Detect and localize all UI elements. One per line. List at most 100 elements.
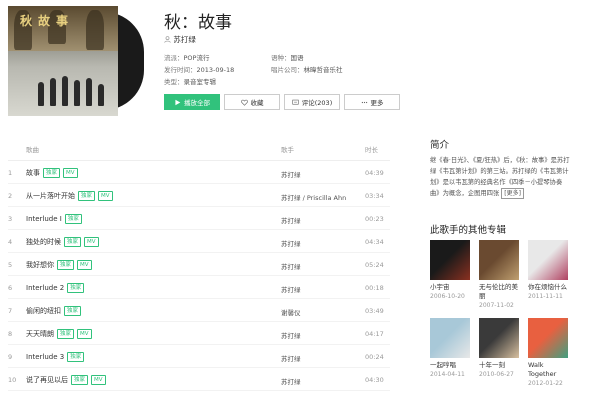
song-singer[interactable]: 苏打绿 — [281, 353, 301, 363]
exclusive-badge: 独家 — [57, 329, 75, 339]
song-number: 8 — [8, 330, 13, 338]
mv-badge[interactable]: MV — [84, 237, 99, 247]
song-duration: 04:34 — [365, 238, 384, 246]
song-singer[interactable]: 苏打绿 — [281, 169, 301, 179]
album-title: 秋：故事 — [164, 13, 232, 33]
song-row[interactable]: 6 Interlude 2 独家 苏打绿 00:18 — [0, 276, 400, 299]
exclusive-badge: 独家 — [71, 375, 89, 385]
intro-title: 简介 — [430, 140, 450, 151]
album-card[interactable]: 小宇宙 2006-10-20 — [430, 240, 470, 301]
album-header: 秋故事 秋：故事 苏打绿 流派：POP流行 语种：国语 发行时间：2013-09… — [0, 0, 600, 120]
song-singer[interactable]: 苏打绿 — [281, 284, 301, 294]
song-row[interactable]: 7 偷闲的纽扣 独家 谢馨仪 03:49 — [0, 299, 400, 322]
artist-name[interactable]: 苏打绿 — [173, 35, 196, 44]
mv-badge[interactable]: MV — [63, 168, 78, 178]
album-cover[interactable]: 秋故事 — [8, 6, 144, 116]
exclusive-badge: 独家 — [78, 191, 96, 201]
song-number: 2 — [8, 192, 13, 200]
mv-badge[interactable]: MV — [91, 375, 106, 385]
favorite-button[interactable]: 收藏 — [224, 94, 280, 110]
song-singer[interactable]: 苏打绿 — [281, 261, 301, 271]
song-singer[interactable]: 苏打绿 — [281, 238, 301, 248]
intro-text: 继《春·日光》、《夏/狂热》后，《秋：故事》是苏打绿《韦瓦第计划》的第三站。苏打… — [430, 157, 570, 199]
album-card[interactable]: Walk Together 2012-01-22 — [528, 318, 568, 388]
song-singer[interactable]: 苏打绿 — [281, 330, 301, 340]
album-thumbnail[interactable] — [479, 318, 519, 358]
album-card[interactable]: 一起哼唱 2014-04-11 — [430, 318, 470, 379]
exclusive-badge: 独家 — [67, 283, 85, 293]
mv-badge[interactable]: MV — [77, 260, 92, 270]
album-date: 2006-10-20 — [430, 293, 465, 300]
heart-icon — [240, 99, 248, 106]
mv-badge[interactable]: MV — [77, 329, 92, 339]
song-number: 1 — [8, 169, 13, 177]
album-card[interactable]: 无与伦比的美丽 2007-11-02 — [479, 240, 519, 310]
song-duration: 04:39 — [365, 169, 384, 177]
album-name[interactable]: 无与伦比的美丽 — [479, 283, 519, 301]
song-row[interactable]: 1 故事 独家 MV 苏打绿 04:39 — [0, 161, 400, 184]
row-divider — [8, 390, 390, 391]
song-title[interactable]: 故事 独家 MV — [26, 168, 78, 178]
song-row[interactable]: 5 我好想你 独家 MV 苏打绿 05:24 — [0, 253, 400, 276]
other-albums-title: 此歌手的其他专辑 — [430, 225, 507, 236]
comment-icon — [292, 99, 299, 105]
album-name[interactable]: 一起哼唱 — [430, 361, 470, 370]
comment-button[interactable]: 评论(203) — [284, 94, 340, 110]
song-singer[interactable]: 苏打绿 — [281, 376, 301, 386]
cover-title: 秋故事 — [20, 14, 75, 28]
song-duration: 00:18 — [365, 284, 384, 292]
song-title[interactable]: 天天晴朗 独家 MV — [26, 329, 92, 339]
column-duration: 时长 — [365, 146, 378, 154]
song-row[interactable]: 9 Interlude 3 独家 苏打绿 00:24 — [0, 345, 400, 368]
album-card[interactable]: 你在烦恼什么 2011-11-11 — [528, 240, 568, 301]
album-card[interactable]: 十年一刻 2010-06-27 — [479, 318, 519, 379]
song-duration: 05:24 — [365, 261, 384, 269]
exclusive-badge: 独家 — [64, 306, 82, 316]
song-duration: 00:24 — [365, 353, 384, 361]
album-name[interactable]: 十年一刻 — [479, 361, 519, 370]
meta-release: 发行时间：2013-09-18 — [164, 66, 235, 74]
song-row[interactable]: 10 说了再见以后 独家 MV 苏打绿 04:30 — [0, 368, 400, 391]
song-number: 10 — [8, 376, 17, 384]
album-thumbnail[interactable] — [528, 318, 568, 358]
song-row[interactable]: 8 天天晴朗 独家 MV 苏打绿 04:17 — [0, 322, 400, 345]
song-duration: 04:17 — [365, 330, 384, 338]
album-name[interactable]: 你在烦恼什么 — [528, 283, 568, 292]
album-name[interactable]: 小宇宙 — [430, 283, 470, 292]
song-title[interactable]: 偷闲的纽扣 独家 — [26, 306, 82, 316]
play-all-button[interactable]: 播放全部 — [164, 94, 220, 110]
song-title[interactable]: 我好想你 独家 MV — [26, 260, 92, 270]
mv-badge[interactable]: MV — [98, 191, 113, 201]
album-name[interactable]: Walk Together — [528, 361, 568, 379]
song-row[interactable]: 2 从一片落叶开始 独家 MV 苏打绿 / Priscilla Ahn 03:34 — [0, 184, 400, 207]
song-title[interactable]: 说了再见以后 独家 MV — [26, 375, 106, 385]
album-artist[interactable]: 苏打绿 — [164, 34, 196, 45]
song-row[interactable]: 3 Interlude I 独家 苏打绿 00:23 — [0, 207, 400, 230]
exclusive-badge: 独家 — [57, 260, 75, 270]
song-duration: 03:34 — [365, 192, 384, 200]
song-number: 3 — [8, 215, 13, 223]
exclusive-badge: 独家 — [67, 352, 85, 362]
album-thumbnail[interactable] — [528, 240, 568, 280]
album-thumbnail[interactable] — [430, 240, 470, 280]
song-singer[interactable]: 苏打绿 — [281, 215, 301, 225]
exclusive-badge: 独家 — [64, 214, 82, 224]
song-title[interactable]: Interlude 3 独家 — [26, 352, 85, 362]
exclusive-badge: 独家 — [43, 168, 61, 178]
album-date: 2012-01-22 — [528, 380, 563, 387]
song-title[interactable]: 独处的时候 独家 MV — [26, 237, 99, 247]
album-thumbnail[interactable] — [479, 240, 519, 280]
song-duration: 00:23 — [365, 215, 384, 223]
song-number: 7 — [8, 307, 13, 315]
song-title[interactable]: Interlude I 独家 — [26, 214, 82, 224]
song-title[interactable]: 从一片落叶开始 独家 MV — [26, 191, 113, 201]
intro-more-link[interactable]: [更多] — [501, 188, 524, 199]
song-singer[interactable]: 苏打绿 / Priscilla Ahn — [281, 192, 346, 202]
song-title[interactable]: Interlude 2 独家 — [26, 283, 85, 293]
more-button[interactable]: 更多 — [344, 94, 400, 110]
song-singer[interactable]: 谢馨仪 — [281, 307, 301, 317]
song-row[interactable]: 4 独处的时候 独家 MV 苏打绿 04:34 — [0, 230, 400, 253]
album-thumbnail[interactable] — [430, 318, 470, 358]
more-icon — [361, 101, 367, 103]
song-duration: 04:30 — [365, 376, 384, 384]
